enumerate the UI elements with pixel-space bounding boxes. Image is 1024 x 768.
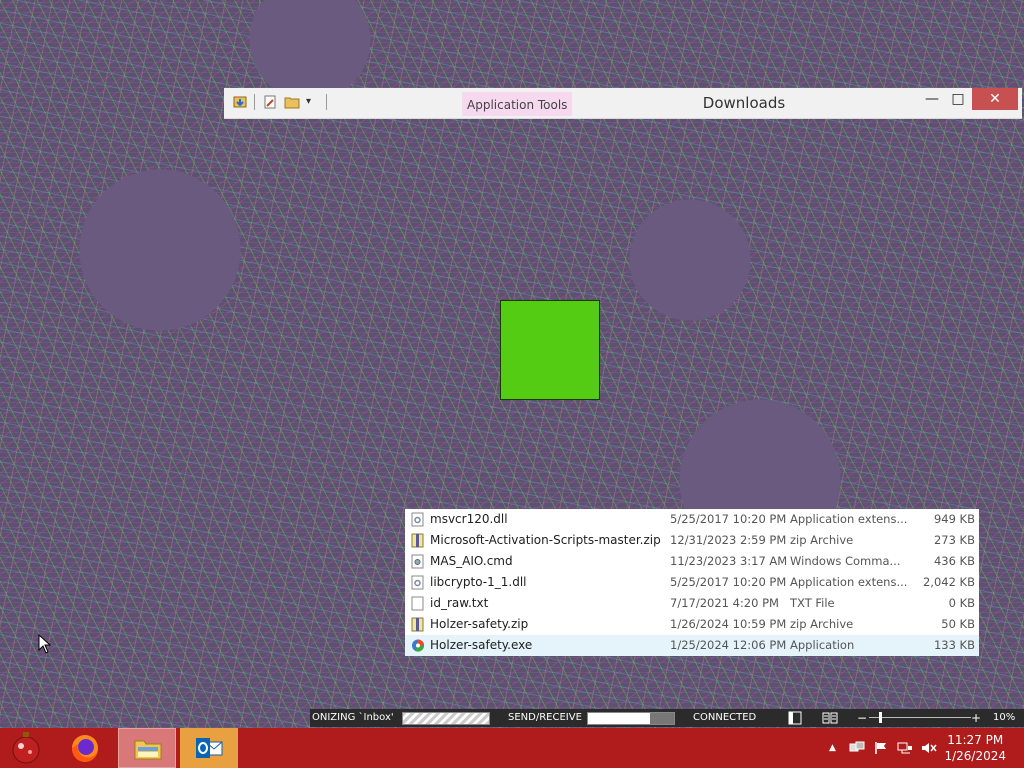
file-row[interactable]: msvcr120.dll 5/25/2017 10:20 PM Applicat…	[405, 509, 979, 530]
start-orb-icon[interactable]	[8, 728, 44, 768]
taskbar[interactable]: ▲ 11:27 PM 1/26/2024	[0, 728, 1024, 768]
file-type: Windows Comma...	[790, 554, 901, 568]
zip-file-icon	[411, 533, 424, 548]
file-size: 273 KB	[933, 533, 975, 547]
show-hidden-icons-button[interactable]: ▲	[829, 741, 845, 755]
exe-app-icon	[412, 639, 424, 652]
outlook-status-bar: ONIZING `Inbox' SEND/RECEIVE CONNECTED −…	[310, 709, 1024, 727]
taskbar-clock[interactable]: 11:27 PM 1/26/2024	[944, 732, 1006, 764]
file-name: Holzer-safety.zip	[430, 617, 529, 631]
file-type: zip Archive	[790, 533, 854, 547]
normal-view-icon[interactable]	[788, 711, 802, 725]
explorer-titlebar[interactable]: ▾ Application Tools Downloads — □ ✕	[224, 88, 1022, 119]
file-list[interactable]: msvcr120.dll 5/25/2017 10:20 PM Applicat…	[405, 509, 979, 656]
application-tools-tab[interactable]: Application Tools	[462, 92, 573, 116]
file-type: Application	[790, 638, 855, 652]
toolbar-separator	[326, 94, 327, 110]
mouse-cursor-icon	[38, 634, 52, 654]
file-row[interactable]: Holzer-safety.zip 1/26/2024 10:59 PM zip…	[405, 614, 979, 635]
file-explorer-taskbar-button[interactable]	[118, 728, 176, 768]
maximize-button[interactable]: □	[946, 88, 970, 110]
clock-date: 1/26/2024	[944, 749, 1006, 763]
file-date: 1/25/2024 12:06 PM	[670, 638, 787, 652]
file-type: Application extens...	[790, 512, 908, 526]
sync-progress-bar	[402, 712, 490, 725]
file-name: msvcr120.dll	[430, 512, 508, 526]
action-center-flag-icon[interactable]	[873, 741, 889, 755]
file-date: 1/26/2024 10:59 PM	[670, 617, 787, 631]
network-status-icon[interactable]	[897, 741, 913, 755]
file-row[interactable]: Microsoft-Activation-Scripts-master.zip …	[405, 530, 979, 551]
file-type: Application extens...	[790, 575, 908, 589]
file-date: 12/31/2023 2:59 PM	[670, 533, 787, 547]
file-row[interactable]: MAS_AIO.cmd 11/23/2023 3:17 AM Windows C…	[405, 551, 979, 572]
zoom-level[interactable]: 10%	[993, 709, 1015, 727]
file-size: 0 KB	[948, 596, 975, 610]
file-date: 7/17/2021 4:20 PM	[670, 596, 779, 610]
file-row-selected[interactable]: Holzer-safety.exe 1/25/2024 12:06 PM App…	[405, 635, 979, 656]
zoom-out-button[interactable]: −	[857, 709, 867, 727]
firefox-icon[interactable]	[62, 728, 108, 768]
txt-file-icon	[411, 596, 424, 611]
sync-status-text: ONIZING `Inbox'	[312, 712, 394, 723]
zoom-slider-track[interactable]	[869, 712, 971, 723]
file-name: Microsoft-Activation-Scripts-master.zip	[430, 533, 661, 547]
close-button[interactable]: ✕	[972, 88, 1018, 110]
file-row[interactable]: libcrypto-1_1.dll 5/25/2017 10:20 PM App…	[405, 572, 979, 593]
connection-status: CONNECTED	[693, 712, 757, 723]
file-date: 5/25/2017 10:20 PM	[670, 512, 787, 526]
zip-file-icon	[411, 617, 424, 632]
new-folder-icon[interactable]	[284, 94, 300, 110]
reading-view-icon[interactable]	[822, 711, 838, 725]
customize-toolbar-chevron-icon[interactable]: ▾	[306, 94, 322, 110]
file-size: 2,042 KB	[922, 575, 975, 589]
file-date: 5/25/2017 10:20 PM	[670, 575, 787, 589]
outlook-icon	[196, 738, 223, 758]
file-size: 50 KB	[941, 617, 975, 631]
file-size: 949 KB	[933, 512, 975, 526]
cmd-file-icon	[411, 554, 424, 569]
file-size: 436 KB	[933, 554, 975, 568]
network-icon[interactable]	[849, 741, 865, 755]
window-title: Downloads	[702, 94, 786, 112]
toolbar-separator	[254, 94, 255, 110]
file-name: Holzer-safety.exe	[430, 638, 533, 652]
minimize-button[interactable]: —	[920, 88, 944, 110]
file-name: id_raw.txt	[430, 596, 489, 610]
file-type: TXT File	[790, 596, 835, 610]
rename-icon[interactable]	[262, 94, 278, 110]
file-name: libcrypto-1_1.dll	[430, 575, 527, 589]
green-square	[500, 300, 600, 400]
properties-icon[interactable]	[232, 94, 248, 110]
zoom-slider-thumb[interactable]	[879, 712, 883, 723]
clock-time: 11:27 PM	[947, 733, 1004, 747]
file-name: MAS_AIO.cmd	[430, 554, 513, 568]
outlook-taskbar-button[interactable]	[180, 728, 238, 768]
file-date: 11/23/2023 3:17 AM	[670, 554, 788, 568]
dll-file-icon	[411, 575, 424, 590]
send-receive-progress-bar	[587, 712, 675, 725]
file-type: zip Archive	[790, 617, 854, 631]
dll-file-icon	[411, 512, 424, 527]
file-row[interactable]: id_raw.txt 7/17/2021 4:20 PM TXT File 0 …	[405, 593, 979, 614]
volume-muted-icon[interactable]	[921, 741, 937, 755]
file-size: 133 KB	[933, 638, 975, 652]
zoom-in-button[interactable]: +	[971, 709, 981, 727]
send-receive-progress-fill	[588, 713, 650, 724]
send-receive-label[interactable]: SEND/RECEIVE	[508, 709, 582, 727]
file-explorer-icon	[134, 740, 162, 760]
